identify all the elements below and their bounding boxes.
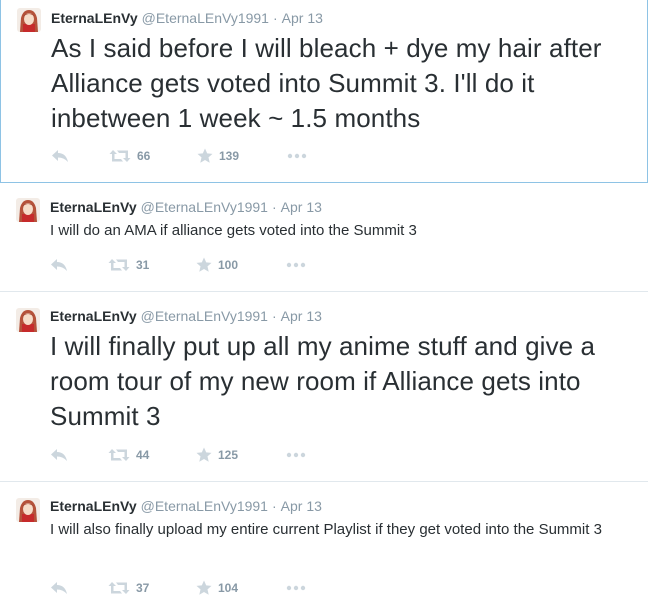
more-icon [286, 262, 306, 268]
retweet-count: 44 [136, 448, 150, 462]
favorite-count: 100 [218, 258, 239, 272]
favorite-count: 104 [218, 581, 239, 595]
avatar-image [17, 8, 41, 32]
retweet-icon [109, 150, 131, 162]
separator: · [271, 498, 277, 514]
tweet[interactable]: EternaLEnVy @EternaLEnVy1991 · Apr 13 I wil… [0, 292, 648, 482]
tweet-text: I will do an AMA if alliance gets voted … [50, 222, 417, 239]
star-icon [196, 447, 212, 462]
separator: · [271, 199, 277, 215]
reply-button[interactable] [50, 255, 68, 275]
avatar-image [16, 308, 40, 332]
tweet-date[interactable]: Apr 13 [281, 498, 322, 514]
reply-icon [51, 259, 67, 271]
retweet-icon [108, 259, 130, 271]
avatar[interactable] [16, 498, 40, 522]
avatar[interactable] [16, 308, 40, 332]
retweet-icon [108, 449, 130, 461]
more-icon [286, 452, 306, 458]
avatar-image [16, 198, 40, 222]
tweet-header: EternaLEnVy @EternaLEnVy1991 · Apr 13 [50, 498, 322, 514]
tweet-header: EternaLEnVy @EternaLEnVy1991 · Apr 13 [50, 199, 322, 215]
more-button[interactable] [287, 146, 307, 166]
author-handle[interactable]: @EternaLEnVy1991 [141, 308, 268, 324]
tweet-date[interactable]: Apr 13 [281, 308, 322, 324]
tweet[interactable]: EternaLEnVy @EternaLEnVy1991 · Apr 13 I wil… [0, 183, 648, 292]
more-icon [286, 585, 306, 591]
author-name[interactable]: EternaLEnVy [50, 199, 137, 215]
retweet-count: 37 [136, 581, 150, 595]
avatar[interactable] [16, 198, 40, 222]
reply-button[interactable] [51, 146, 69, 166]
separator: · [271, 308, 277, 324]
author-handle[interactable]: @EternaLEnVy1991 [141, 498, 268, 514]
author-name[interactable]: EternaLEnVy [50, 308, 137, 324]
reply-button[interactable] [50, 445, 68, 465]
retweet-count: 31 [136, 258, 150, 272]
tweet-actions: 44 125 [50, 445, 350, 465]
favorite-count: 125 [218, 448, 239, 462]
tweet-text: As I said before I will bleach + dye my … [51, 33, 602, 133]
star-icon [197, 148, 213, 163]
tweet-date[interactable]: Apr 13 [282, 10, 323, 26]
tweet-header: EternaLEnVy @EternaLEnVy1991 · Apr 13 [51, 10, 323, 26]
retweet-button[interactable]: 37 [108, 578, 149, 598]
retweet-icon [108, 582, 130, 594]
tweet-actions: 31 100 [50, 255, 350, 275]
retweet-count: 66 [137, 149, 151, 163]
author-name[interactable]: EternaLEnVy [51, 10, 138, 26]
favorite-count: 139 [219, 149, 240, 163]
tweet-text: I will also finally upload my entire cur… [50, 521, 602, 538]
reply-icon [51, 449, 67, 461]
avatar-image [16, 498, 40, 522]
retweet-button[interactable]: 31 [108, 255, 149, 275]
tweet-date[interactable]: Apr 13 [281, 199, 322, 215]
tweet-header: EternaLEnVy @EternaLEnVy1991 · Apr 13 [50, 308, 322, 324]
reply-icon [52, 150, 68, 162]
tweet-actions: 66 139 [51, 146, 351, 166]
reply-button[interactable] [50, 578, 68, 598]
favorite-button[interactable]: 100 [196, 255, 238, 275]
author-name[interactable]: EternaLEnVy [50, 498, 137, 514]
tweet-text: I will finally put up all my anime stuff… [50, 331, 596, 431]
star-icon [196, 257, 212, 272]
tweet[interactable]: EternaLEnVy @EternaLEnVy1991 · Apr 13 As I … [0, 0, 648, 183]
more-icon [287, 153, 307, 159]
star-icon [196, 580, 212, 595]
retweet-button[interactable]: 66 [109, 146, 150, 166]
favorite-button[interactable]: 139 [197, 146, 239, 166]
more-button[interactable] [286, 255, 306, 275]
avatar[interactable] [17, 8, 41, 32]
author-handle[interactable]: @EternaLEnVy1991 [142, 10, 269, 26]
reply-icon [51, 582, 67, 594]
more-button[interactable] [286, 578, 306, 598]
favorite-button[interactable]: 104 [196, 578, 238, 598]
tweet[interactable]: EternaLEnVy @EternaLEnVy1991 · Apr 13 I wil… [0, 482, 648, 609]
more-button[interactable] [286, 445, 306, 465]
separator: · [272, 10, 278, 26]
tweet-actions: 37 104 [50, 578, 350, 598]
author-handle[interactable]: @EternaLEnVy1991 [141, 199, 268, 215]
favorite-button[interactable]: 125 [196, 445, 238, 465]
retweet-button[interactable]: 44 [108, 445, 149, 465]
